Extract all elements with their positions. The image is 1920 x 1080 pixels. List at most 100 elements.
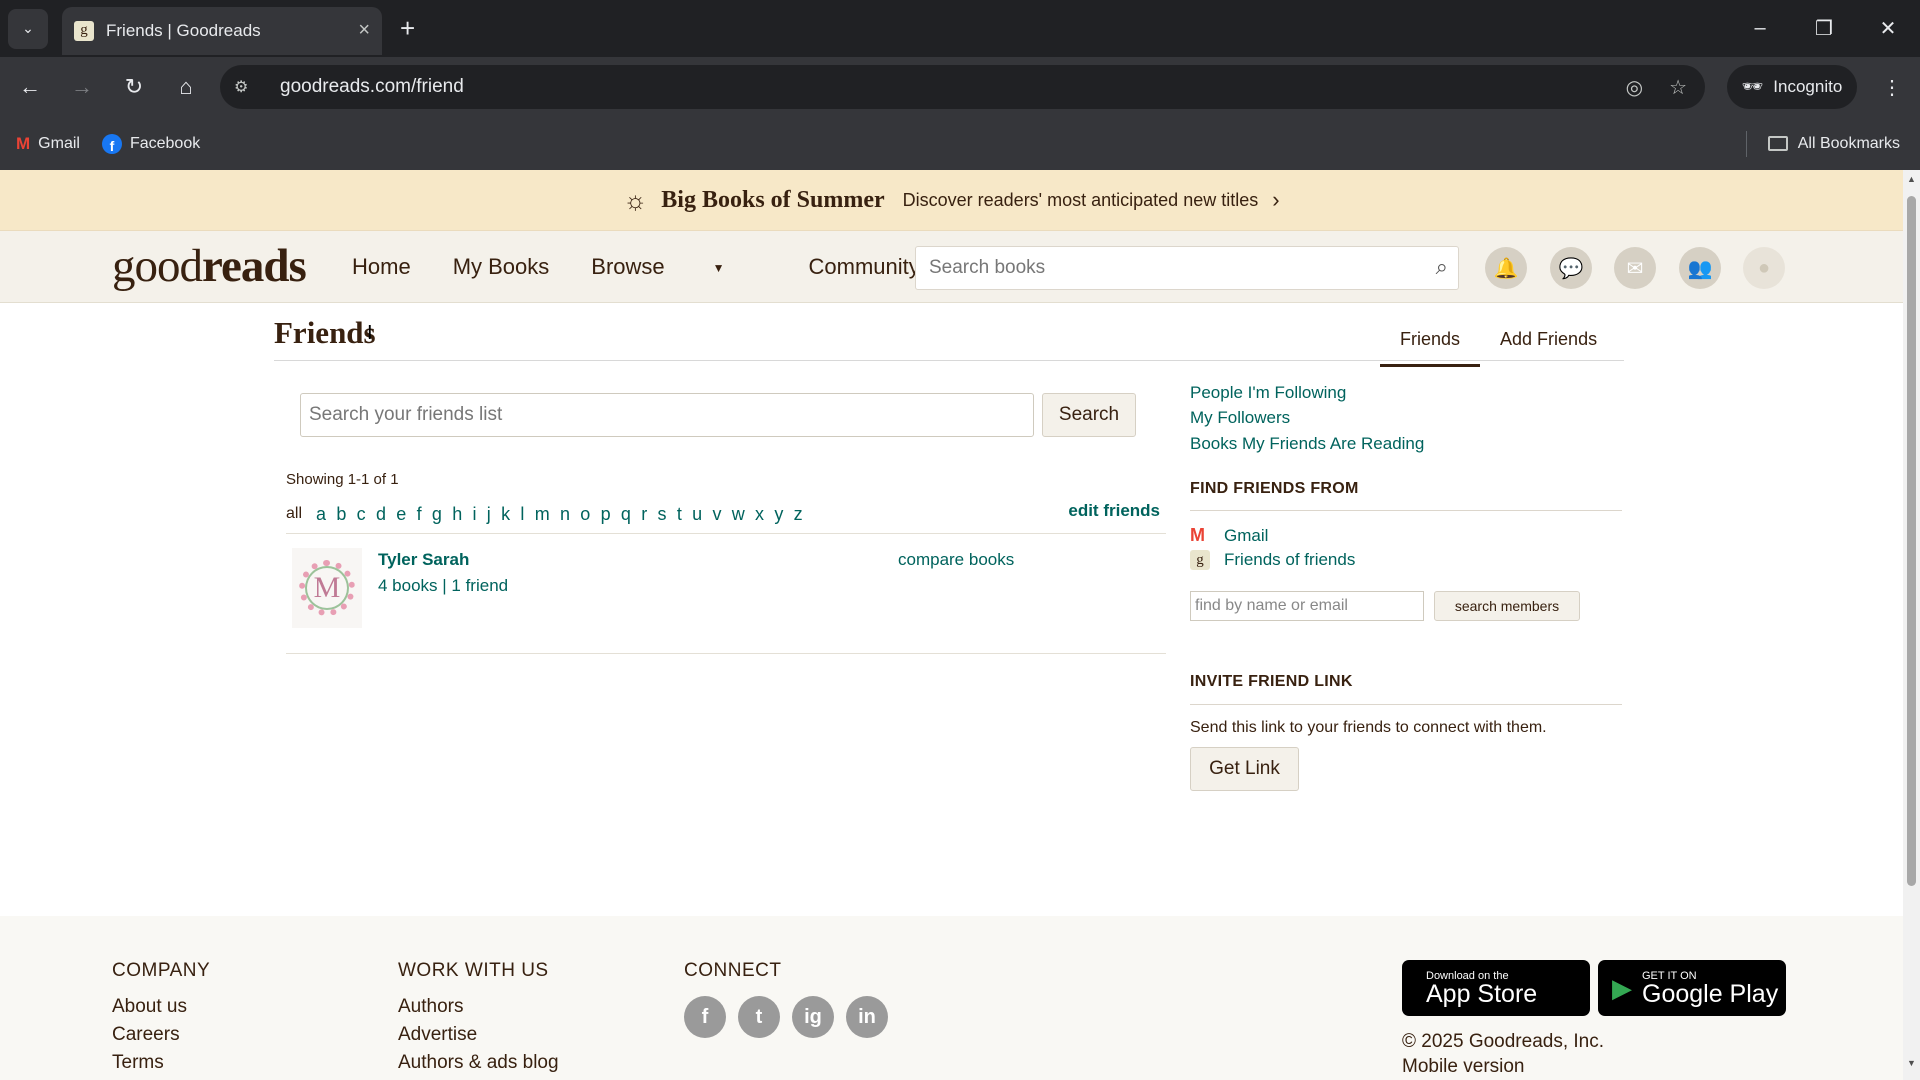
- letter-q[interactable]: q: [621, 504, 631, 525]
- caret-down-icon: ▼: [712, 261, 725, 276]
- goodreads-logo[interactable]: goodreads: [112, 239, 307, 293]
- scrollbar-thumb[interactable]: [1907, 196, 1916, 886]
- letter-g[interactable]: g: [432, 504, 442, 525]
- letter-x[interactable]: x: [755, 504, 764, 525]
- browser-tab[interactable]: g Friends | Goodreads ×: [62, 6, 382, 55]
- tab-title: Friends | Goodreads: [106, 20, 261, 40]
- page-scrollbar[interactable]: ▲ ▼: [1903, 170, 1920, 1080]
- letter-i[interactable]: i: [473, 504, 477, 525]
- close-tab-icon[interactable]: ×: [358, 19, 370, 42]
- twitter-icon[interactable]: t: [738, 996, 780, 1038]
- home-icon[interactable]: ⌂: [164, 65, 208, 109]
- letter-z[interactable]: z: [794, 504, 803, 525]
- close-window-icon[interactable]: ✕: [1856, 0, 1920, 57]
- nav-browse[interactable]: Browse ▼: [591, 254, 766, 280]
- reload-icon[interactable]: ↻: [112, 65, 156, 109]
- letter-l[interactable]: l: [520, 504, 524, 525]
- logo-bold: reads: [202, 240, 307, 292]
- footer-heading: WORK WITH US: [398, 960, 549, 981]
- friend-stats-link[interactable]: 4 books | 1 friend: [378, 576, 508, 596]
- mobile-version-link[interactable]: Mobile version: [1402, 1056, 1525, 1078]
- my-followers-link[interactable]: My Followers: [1190, 408, 1290, 428]
- footer-link[interactable]: Authors & ads blog: [398, 1052, 559, 1074]
- friend-name-link[interactable]: Tyler Sarah: [378, 550, 469, 570]
- nav-my-books[interactable]: My Books: [453, 254, 550, 280]
- book-search-input[interactable]: Search books ⌕: [915, 246, 1459, 290]
- gmail-source[interactable]: M Gmail: [1190, 525, 1268, 546]
- find-members-input[interactable]: find by name or email: [1190, 591, 1424, 621]
- letter-b[interactable]: b: [336, 504, 346, 525]
- address-bar[interactable]: ⚙ goodreads.com/friend ◎ ☆: [220, 65, 1705, 109]
- bookmark-facebook[interactable]: f Facebook: [101, 133, 200, 154]
- footer-link[interactable]: Careers: [112, 1024, 210, 1046]
- letter-m[interactable]: m: [535, 504, 550, 525]
- minimize-icon[interactable]: –: [1728, 0, 1792, 57]
- notifications-icon[interactable]: 🔔: [1485, 247, 1527, 289]
- profile-avatar-icon[interactable]: ●: [1743, 247, 1785, 289]
- bookmark-star-icon[interactable]: ☆: [1669, 75, 1687, 100]
- footer-link[interactable]: Authors: [398, 996, 559, 1018]
- browser-chrome: ⌄ g Friends | Goodreads × + – ❐ ✕ ← → ↻ …: [0, 0, 1920, 170]
- all-bookmarks[interactable]: All Bookmarks: [1745, 130, 1900, 157]
- incognito-indicator[interactable]: 🕶 Incognito: [1727, 65, 1857, 109]
- letter-c[interactable]: c: [357, 504, 366, 525]
- discussions-icon[interactable]: 💬: [1550, 247, 1592, 289]
- footer-link[interactable]: Terms: [112, 1052, 210, 1074]
- app-store-badge[interactable]: Download on the App Store: [1402, 960, 1590, 1016]
- letter-u[interactable]: u: [692, 504, 702, 525]
- friends-of-friends-source[interactable]: g Friends of friends: [1190, 550, 1355, 570]
- letter-p[interactable]: p: [601, 504, 611, 525]
- divider: [1190, 510, 1622, 511]
- forward-icon[interactable]: →: [60, 65, 104, 109]
- google-play-badge[interactable]: ▶ GET IT ON Google Play: [1598, 960, 1786, 1016]
- letter-a[interactable]: a: [316, 504, 326, 525]
- search-members-button[interactable]: search members: [1434, 591, 1580, 621]
- nav-home[interactable]: Home: [352, 254, 411, 280]
- bookmark-gmail[interactable]: M Gmail: [16, 134, 80, 154]
- site-info-icon[interactable]: ⚙: [234, 77, 262, 97]
- tab-search-button[interactable]: ⌄: [8, 8, 48, 49]
- letter-j[interactable]: j: [487, 504, 491, 525]
- new-tab-icon[interactable]: +: [400, 13, 415, 44]
- footer-link[interactable]: About us: [112, 996, 210, 1018]
- messages-icon[interactable]: ✉: [1614, 247, 1656, 289]
- browser-menu-icon[interactable]: ⋮: [1882, 75, 1902, 100]
- friends-search-input[interactable]: Search your friends list: [300, 393, 1034, 437]
- promo-banner[interactable]: ☼ Big Books of Summer Discover readers' …: [0, 170, 1903, 231]
- letter-e[interactable]: e: [396, 504, 406, 525]
- letter-all[interactable]: all: [286, 505, 302, 523]
- compare-books-link[interactable]: compare books: [898, 550, 1014, 570]
- edit-friends-link[interactable]: edit friends: [1068, 501, 1160, 521]
- friends-icon[interactable]: 👥: [1679, 247, 1721, 289]
- letter-y[interactable]: y: [774, 504, 783, 525]
- letter-s[interactable]: s: [658, 504, 667, 525]
- eye-off-icon[interactable]: ◎: [1626, 75, 1643, 100]
- books-friends-reading-link[interactable]: Books My Friends Are Reading: [1190, 434, 1424, 454]
- back-icon[interactable]: ←: [8, 65, 52, 109]
- search-icon[interactable]: ⌕: [1436, 254, 1448, 280]
- url-text: goodreads.com/friend: [280, 76, 464, 97]
- letter-v[interactable]: v: [712, 504, 721, 525]
- letter-n[interactable]: n: [560, 504, 570, 525]
- instagram-icon[interactable]: ig: [792, 996, 834, 1038]
- letter-w[interactable]: w: [732, 504, 745, 525]
- footer-link[interactable]: Advertise: [398, 1024, 559, 1046]
- web-page: ☼ Big Books of Summer Discover readers' …: [0, 170, 1903, 1080]
- scroll-down-icon[interactable]: ▼: [1907, 1058, 1916, 1068]
- letter-d[interactable]: d: [376, 504, 386, 525]
- facebook-icon[interactable]: f: [684, 996, 726, 1038]
- get-link-button[interactable]: Get Link: [1190, 747, 1299, 791]
- promo-title: Big Books of Summer: [661, 186, 885, 213]
- letter-t[interactable]: t: [677, 504, 682, 525]
- letter-r[interactable]: r: [641, 504, 647, 525]
- friend-avatar[interactable]: M: [292, 548, 362, 628]
- letter-f[interactable]: f: [417, 504, 422, 525]
- people-following-link[interactable]: People I'm Following: [1190, 383, 1346, 403]
- letter-k[interactable]: k: [501, 504, 510, 525]
- letter-h[interactable]: h: [452, 504, 462, 525]
- linkedin-icon[interactable]: in: [846, 996, 888, 1038]
- friends-search-button[interactable]: Search: [1042, 393, 1136, 437]
- letter-o[interactable]: o: [580, 504, 590, 525]
- restore-icon[interactable]: ❐: [1792, 0, 1856, 57]
- scroll-up-icon[interactable]: ▲: [1907, 174, 1916, 184]
